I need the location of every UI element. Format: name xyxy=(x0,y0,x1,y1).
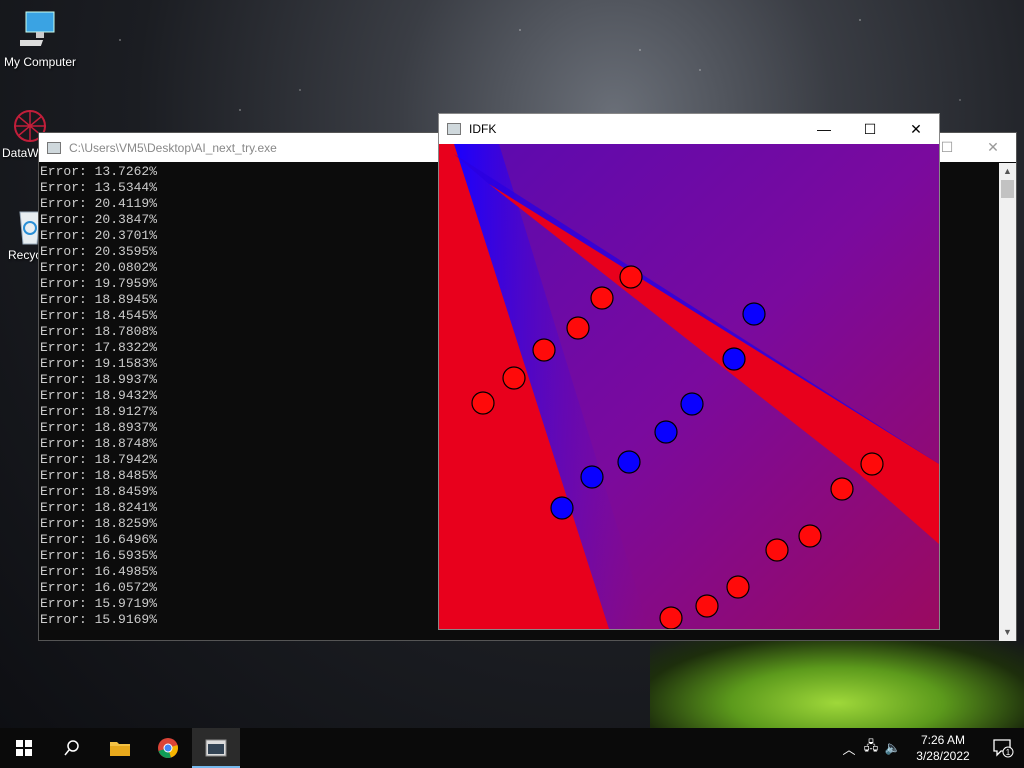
red-data-point xyxy=(619,265,643,289)
volume-icon[interactable]: 🔈 xyxy=(882,740,904,756)
red-data-point xyxy=(830,477,854,501)
red-data-point xyxy=(502,366,526,390)
blue-data-point xyxy=(617,450,641,474)
scroll-up-arrow-icon[interactable]: ▲ xyxy=(999,163,1016,180)
notification-count: 1 xyxy=(1006,748,1011,757)
red-data-point xyxy=(695,594,719,618)
blue-data-point xyxy=(680,392,704,416)
classification-canvas[interactable] xyxy=(439,144,939,629)
red-data-point xyxy=(659,606,683,629)
clock-time: 7:26 AM xyxy=(920,733,966,747)
chrome-icon xyxy=(158,738,178,758)
red-data-point xyxy=(765,538,789,562)
blue-data-point xyxy=(580,465,604,489)
idfk-app-icon xyxy=(447,123,461,135)
minimize-icon: — xyxy=(817,121,831,137)
red-data-point xyxy=(532,338,556,362)
maximize-icon: ☐ xyxy=(863,120,877,137)
clock-date: 3/28/2022 xyxy=(916,749,970,763)
desktop-icon-label: DataW xyxy=(2,146,39,160)
console-app-icon xyxy=(47,141,61,154)
action-center-button[interactable]: 1 xyxy=(982,738,1024,758)
idfk-title: IDFK xyxy=(469,122,497,136)
show-hidden-icons-chevron-up-icon[interactable]: ︿ xyxy=(838,739,860,758)
blue-data-point xyxy=(742,302,766,326)
windows-logo-icon xyxy=(16,740,32,756)
blue-data-point xyxy=(550,496,574,520)
red-data-point xyxy=(798,524,822,548)
close-icon: ✕ xyxy=(910,120,922,137)
close-button[interactable]: ✕ xyxy=(970,133,1016,162)
idfk-titlebar[interactable]: IDFK — ☐ ✕ xyxy=(439,114,939,144)
blue-data-point xyxy=(654,420,678,444)
red-data-point xyxy=(471,391,495,415)
search-button[interactable] xyxy=(48,728,96,768)
file-explorer-button[interactable] xyxy=(96,728,144,768)
computer-icon xyxy=(20,11,55,46)
console-app-button[interactable] xyxy=(192,728,240,768)
minimize-button[interactable]: — xyxy=(801,114,847,144)
desktop-icon-label: My Computer xyxy=(3,55,77,69)
maximize-icon: ☐ xyxy=(940,139,954,155)
console-title: C:\Users\VM5\Desktop\AI_next_try.exe xyxy=(69,140,277,155)
red-data-point xyxy=(726,575,750,599)
taskbar: ︿ 🖧 🔈 7:26 AM 3/28/2022 1 xyxy=(0,728,1024,768)
scroll-down-arrow-icon[interactable]: ▼ xyxy=(999,624,1016,641)
scroll-thumb[interactable] xyxy=(1001,180,1014,198)
chrome-button[interactable] xyxy=(144,728,192,768)
wallpaper-tent xyxy=(650,640,1024,730)
folder-icon xyxy=(110,742,130,756)
notification-icon: 1 xyxy=(993,739,1014,758)
console-scrollbar[interactable]: ▲ ▼ xyxy=(999,163,1016,641)
console-app-icon xyxy=(205,739,227,757)
network-icon[interactable]: 🖧 xyxy=(860,737,882,759)
red-data-point xyxy=(860,452,884,476)
clock[interactable]: 7:26 AM 3/28/2022 xyxy=(904,732,982,764)
red-data-point xyxy=(566,316,590,340)
idfk-window[interactable]: IDFK — ☐ ✕ xyxy=(438,113,940,630)
close-icon: ✕ xyxy=(987,139,999,155)
red-data-point xyxy=(590,286,614,310)
search-icon xyxy=(64,740,79,756)
desktop-icon-my-computer[interactable]: My Computer xyxy=(0,10,80,69)
close-button[interactable]: ✕ xyxy=(893,114,939,144)
blue-data-point xyxy=(722,347,746,371)
maximize-button[interactable]: ☐ xyxy=(847,114,893,144)
start-button[interactable] xyxy=(0,728,48,768)
desktop-icon-label: Recyc xyxy=(8,248,42,262)
system-tray: ︿ 🖧 🔈 7:26 AM 3/28/2022 1 xyxy=(838,728,1024,768)
